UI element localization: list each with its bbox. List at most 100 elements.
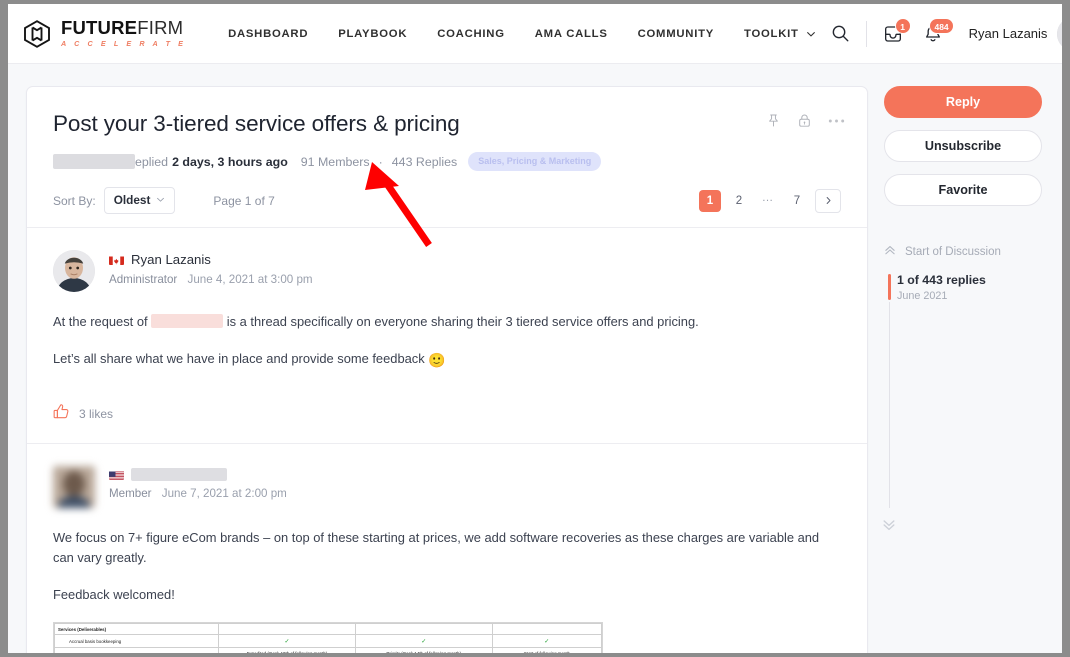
nav-item-community[interactable]: COMMUNITY <box>638 28 714 40</box>
thumbs-up-icon[interactable] <box>53 403 70 425</box>
nav-label: DASHBOARD <box>228 27 309 40</box>
post-body: We focus on 7+ figure eCom brands – on t… <box>53 528 841 604</box>
post-paragraph: Let’s all share what we have in place an… <box>53 349 841 371</box>
discussion-current-item[interactable]: 1 of 443 replies June 2021 <box>884 273 1042 302</box>
post-author-name[interactable]: Ryan Lazanis <box>131 252 211 267</box>
site-header: FUTUREFIRM A C C E L E R A T E DASHBOARD… <box>8 4 1062 64</box>
lock-icon[interactable] <box>797 113 812 128</box>
members-count: 91 Members <box>300 154 370 169</box>
nav-item-ama-calls[interactable]: AMA CALLS <box>535 28 608 40</box>
page-body: Post your 3-tiered service offers & pric… <box>8 64 1062 653</box>
pin-icon[interactable] <box>766 113 781 128</box>
notifications-badge: 484 <box>929 17 954 34</box>
post-likes[interactable]: 3 likes <box>53 389 841 443</box>
logo-thin: FIRM <box>137 17 184 39</box>
end-of-discussion-link[interactable] <box>882 517 1042 536</box>
cell: Priority (Goal: 14th of following month)… <box>354 647 493 653</box>
post-identity: Ryan Lazanis Administrator June 4, 2021 … <box>109 250 313 292</box>
nav-label: COMMUNITY <box>637 27 715 40</box>
messages-badge: 1 <box>894 17 911 34</box>
header-divider <box>865 20 867 47</box>
post-paragraph: At the request of is a thread specifical… <box>53 312 841 331</box>
discussion-item-title: 1 of 443 replies <box>897 273 986 287</box>
table-row: Services (Deliverables) <box>54 623 602 636</box>
cell: Expedited (Goal: 10th of following month… <box>218 647 356 653</box>
page-title: Post your 3-tiered service offers & pric… <box>53 111 460 136</box>
post-item: Member June 7, 2021 at 2:00 pm We focus … <box>27 444 867 653</box>
sidebar: Reply Unsubscribe Favorite Start of Disc… <box>882 86 1042 653</box>
logo-wordmark: FUTUREFIRM A C C E L E R A T E <box>61 17 187 49</box>
unsubscribe-button[interactable]: Unsubscribe <box>884 130 1042 162</box>
cell: ✓ <box>491 634 602 649</box>
cell <box>491 623 602 636</box>
chevron-down-icon <box>806 29 815 38</box>
cell: 21rst of following month Emailed Monthly <box>491 647 602 653</box>
post-body: At the request of is a thread specifical… <box>53 312 841 371</box>
discussion-navigator: Start of Discussion 1 of 443 replies Jun… <box>882 244 1042 536</box>
sort-select[interactable]: Oldest <box>103 187 176 214</box>
user-name[interactable]: Ryan Lazanis <box>969 26 1048 41</box>
nav-item-toolkit[interactable]: TOOLKIT <box>744 28 815 40</box>
smiley-icon: 🙂 <box>428 352 446 369</box>
post-header: Member June 7, 2021 at 2:00 pm <box>53 466 841 509</box>
site-logo[interactable]: FUTUREFIRM A C C E L E R A T E <box>22 19 186 49</box>
row-label: Accrual basis bookkeeping <box>54 634 220 649</box>
post-name-row: Ryan Lazanis <box>109 252 313 267</box>
favorite-button[interactable]: Favorite <box>884 174 1042 206</box>
discussion-item-date: June 2021 <box>897 290 948 302</box>
nav-item-playbook[interactable]: PLAYBOOK <box>338 28 407 40</box>
post-subline: Administrator June 4, 2021 at 3:00 pm <box>109 273 313 286</box>
redacted-name <box>151 314 224 328</box>
paragraph-text-after: is a thread specifically on everyone sha… <box>223 314 699 329</box>
table-row: Monthly Profit and Loss & Balance Sheet … <box>54 647 602 653</box>
deliverables-table: Services (Deliverables) Accrual basis bo… <box>54 623 602 653</box>
more-options-icon[interactable] <box>828 118 845 124</box>
post-paragraph: Feedback welcomed! <box>53 587 175 603</box>
pagination-page-7[interactable]: 7 <box>786 190 808 212</box>
time-ago: 2 days, 3 hours ago <box>172 154 288 169</box>
pagination-ellipsis: … <box>761 191 775 204</box>
status-badge[interactable]: Sales, Pricing & Marketing <box>468 152 602 171</box>
replied-word: eplied <box>135 154 169 169</box>
post-author-role: Member <box>109 487 152 501</box>
header-actions: 1 484 Ryan Lazanis <box>815 16 1062 51</box>
nav-item-coaching[interactable]: COACHING <box>437 28 505 40</box>
post-item: Ryan Lazanis Administrator June 4, 2021 … <box>27 228 867 443</box>
post-author-role: Administrator <box>109 273 178 286</box>
messages-button[interactable]: 1 <box>873 17 913 44</box>
page-indicator: Page 1 of 7 <box>213 193 275 208</box>
nav-item-dashboard[interactable]: DASHBOARD <box>228 28 308 40</box>
pagination-page-1[interactable]: 1 <box>699 189 721 212</box>
cell <box>218 623 356 636</box>
thread-toolbar: Sort By: Oldest Page 1 of 7 1 2 … 7 <box>27 187 867 227</box>
notifications-button[interactable]: 484 <box>913 17 954 44</box>
pagination-next-button[interactable] <box>815 188 841 213</box>
check-icon: ✓ <box>284 638 290 645</box>
meta-separator: · <box>378 154 383 169</box>
sort-label: Sort By: <box>53 193 96 208</box>
start-of-discussion-link[interactable]: Start of Discussion <box>884 244 1042 259</box>
flag-usa-icon <box>109 469 124 481</box>
pagination-page-2[interactable]: 2 <box>728 190 750 212</box>
check-icon: ✓ <box>421 638 427 645</box>
futurefirm-logo-icon <box>22 19 52 49</box>
avatar[interactable] <box>1057 16 1062 51</box>
avatar[interactable] <box>53 250 95 292</box>
redacted-author <box>53 154 135 169</box>
start-of-discussion-label: Start of Discussion <box>905 245 1001 258</box>
thread-card: Post your 3-tiered service offers & pric… <box>26 86 868 653</box>
post-header: Ryan Lazanis Administrator June 4, 2021 … <box>53 250 841 292</box>
post-attachment-image[interactable]: Services (Deliverables) Accrual basis bo… <box>53 622 603 653</box>
post-author-name-redacted[interactable] <box>131 468 227 482</box>
cell: ✓ <box>354 634 493 649</box>
thread-header-actions <box>766 113 845 128</box>
post-name-row <box>109 468 287 482</box>
chevron-down-double-icon <box>882 518 896 535</box>
search-icon[interactable] <box>815 24 866 43</box>
logo-tagline: A C C E L E R A T E <box>61 39 187 49</box>
thread-header: Post your 3-tiered service offers & pric… <box>27 87 867 171</box>
avatar[interactable] <box>53 466 95 509</box>
replies-count: 443 Replies <box>391 154 458 169</box>
reply-button[interactable]: Reply <box>884 86 1042 118</box>
nav-label: COACHING <box>437 27 505 40</box>
